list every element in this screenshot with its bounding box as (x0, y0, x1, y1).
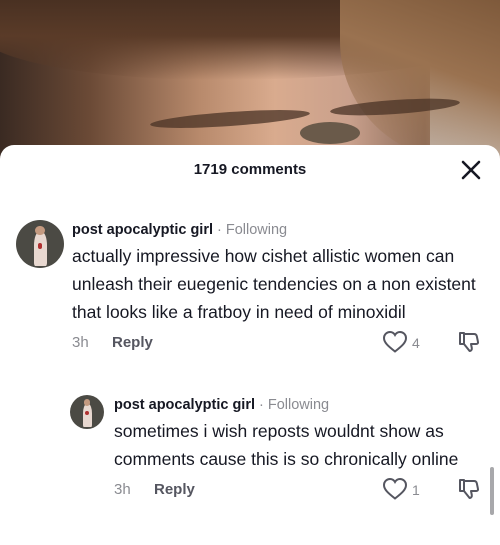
close-icon (461, 160, 481, 180)
comment-count: 1719 comments (193, 161, 307, 178)
video-hair-right (340, 0, 500, 160)
comment-actions: 3h Reply 1 (114, 477, 484, 507)
comment-meta: post apocalyptic girl · Following (114, 395, 484, 415)
heart-outline-icon (382, 330, 408, 353)
like-button[interactable] (382, 477, 408, 505)
comment-time: 3h (114, 481, 131, 498)
comments-sheet: 1719 comments post apocalyptic girl · Foll… (0, 145, 500, 545)
reply-button[interactable]: Reply (154, 481, 195, 498)
heart-outline-icon (382, 477, 408, 500)
comment-meta: post apocalyptic girl · Following (72, 220, 486, 240)
like-count: 1 (412, 482, 420, 498)
thumbs-down-icon (459, 332, 480, 352)
video-background (0, 0, 500, 165)
comment-username[interactable]: post apocalyptic girl (72, 222, 213, 238)
like-button[interactable] (382, 330, 408, 358)
comments-header: 1719 comments (0, 145, 500, 195)
comment-time: 3h (72, 334, 89, 351)
close-button[interactable] (458, 157, 484, 183)
following-status: Following (225, 222, 288, 238)
thumbs-down-icon (459, 479, 480, 499)
avatar[interactable] (70, 395, 104, 429)
comment-text: actually impressive how cishet allistic … (72, 246, 476, 322)
avatar[interactable] (16, 220, 64, 268)
meta-separator: · (217, 222, 222, 238)
dislike-button[interactable] (457, 330, 481, 358)
dislike-button[interactable] (457, 477, 481, 505)
video-eye (300, 122, 360, 144)
comment-username[interactable]: post apocalyptic girl (114, 397, 255, 413)
video-brow-left (149, 106, 311, 132)
following-status: Following (267, 397, 330, 413)
comment-body: post apocalyptic girl · Following sometime… (114, 395, 484, 507)
comment-actions: 3h Reply 4 (72, 330, 486, 360)
meta-separator: · (259, 397, 264, 413)
comment-body: post apocalyptic girl · Following actually… (72, 220, 486, 360)
reply-button[interactable]: Reply (112, 334, 153, 351)
comment-text: sometimes i wish reposts wouldnt show as… (114, 421, 459, 469)
like-count: 4 (412, 335, 420, 351)
scrollbar[interactable] (490, 467, 494, 515)
